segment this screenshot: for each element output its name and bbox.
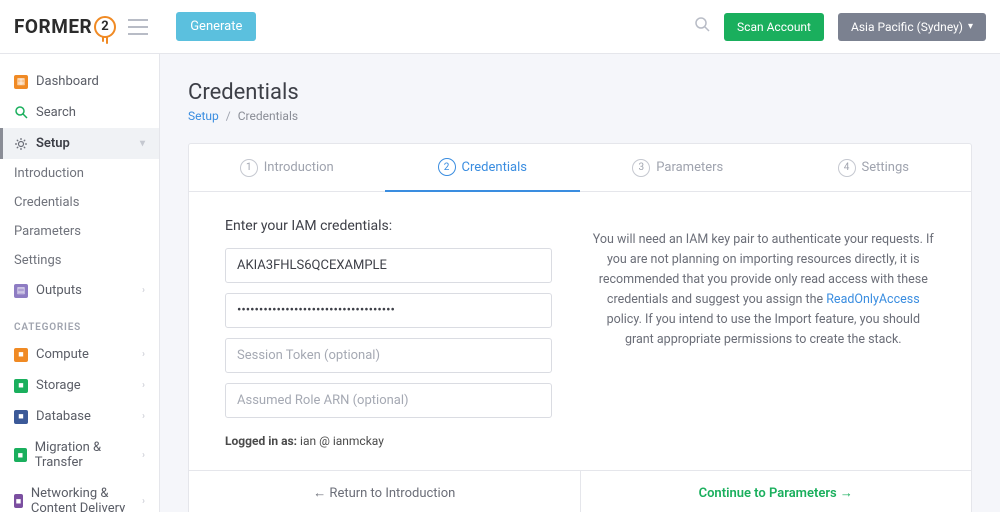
sidebar-label: Storage: [36, 378, 81, 393]
step-parameters[interactable]: 3 Parameters: [580, 144, 776, 191]
step-credentials[interactable]: 2 Credentials: [385, 144, 581, 192]
scan-account-button[interactable]: Scan Account: [724, 13, 824, 41]
step-number: 3: [632, 159, 650, 177]
continue-button[interactable]: Continue to Parameters →: [581, 471, 972, 512]
sidebar-item-database[interactable]: ■ Database ›: [0, 401, 159, 432]
outputs-icon: ▤: [14, 284, 28, 298]
card-footer: ← Return to Introduction Continue to Par…: [189, 470, 971, 512]
step-settings[interactable]: 4 Settings: [776, 144, 972, 191]
form-column: Enter your IAM credentials: Logged in as…: [225, 218, 552, 448]
sidebar-item-migration[interactable]: ■ Migration & Transfer ›: [0, 432, 159, 478]
search-nav-icon: [14, 106, 28, 120]
sidebar-item-compute[interactable]: ■ Compute ›: [0, 339, 159, 370]
sidebar-item-outputs[interactable]: ▤ Outputs ›: [0, 275, 159, 306]
wizard-steps: 1 Introduction 2 Credentials 3 Parameter…: [189, 144, 971, 192]
sidebar-sub-introduction[interactable]: Introduction: [0, 159, 159, 188]
sidebar-sub-credentials[interactable]: Credentials: [0, 188, 159, 217]
sidebar-item-dashboard[interactable]: ▦ Dashboard: [0, 66, 159, 97]
chevron-right-icon: ›: [142, 411, 145, 422]
logged-in-status: Logged in as: ian @ ianmckay: [225, 434, 552, 448]
storage-icon: ■: [14, 379, 28, 393]
gear-icon: [14, 137, 28, 151]
search-icon[interactable]: [695, 17, 710, 36]
session-token-input[interactable]: [225, 338, 552, 373]
step-label: Introduction: [264, 160, 334, 175]
chevron-right-icon: ›: [142, 285, 145, 296]
page-title: Credentials: [188, 80, 972, 105]
topbar: FORMER 2 Generate Scan Account Asia Paci…: [0, 0, 1000, 54]
sidebar-item-networking[interactable]: ■ Networking & Content Delivery ›: [0, 478, 159, 512]
sidebar-label: Outputs: [36, 283, 82, 298]
sidebar-label: Migration & Transfer: [35, 440, 142, 470]
sidebar-label: Networking & Content Delivery: [31, 486, 142, 512]
access-key-input[interactable]: [225, 248, 552, 283]
assumed-role-input[interactable]: [225, 383, 552, 418]
menu-toggle-icon[interactable]: [128, 19, 148, 35]
sidebar-heading-categories: CATEGORIES: [0, 306, 159, 339]
step-label: Settings: [862, 160, 909, 175]
breadcrumb-setup-link[interactable]: Setup: [188, 109, 219, 123]
logo-drip-icon: [100, 36, 110, 44]
sidebar-item-search[interactable]: Search: [0, 97, 159, 128]
sidebar-label: Setup: [36, 136, 70, 151]
readonly-access-link[interactable]: ReadOnlyAccess: [826, 292, 919, 307]
sidebar-label: Database: [36, 409, 91, 424]
logo-text: FORMER: [14, 15, 92, 38]
step-number: 2: [438, 158, 456, 176]
return-button[interactable]: ← Return to Introduction: [189, 471, 581, 512]
step-label: Parameters: [656, 160, 723, 175]
logo[interactable]: FORMER 2: [14, 15, 116, 38]
compute-icon: ■: [14, 348, 28, 362]
sidebar-item-setup[interactable]: Setup ▾: [0, 128, 159, 159]
chevron-right-icon: ›: [142, 349, 145, 360]
sidebar-label: Dashboard: [36, 74, 99, 89]
sidebar-label: Compute: [36, 347, 89, 362]
info-text: policy. If you intend to use the Import …: [607, 312, 920, 347]
step-label: Credentials: [462, 160, 527, 175]
breadcrumb-current: Credentials: [238, 109, 298, 123]
info-column: You will need an IAM key pair to authent…: [592, 218, 935, 448]
form-heading: Enter your IAM credentials:: [225, 218, 552, 234]
logo-badge: 2: [94, 16, 116, 38]
region-selector[interactable]: Asia Pacific (Sydney): [838, 13, 986, 41]
chevron-right-icon: ›: [142, 496, 145, 507]
step-number: 1: [240, 159, 258, 177]
breadcrumb-separator: /: [226, 109, 231, 123]
credentials-card: 1 Introduction 2 Credentials 3 Parameter…: [188, 143, 972, 512]
main-content: Credentials Setup / Credentials 1 Introd…: [160, 54, 1000, 512]
step-introduction[interactable]: 1 Introduction: [189, 144, 385, 191]
sidebar-sub-settings[interactable]: Settings: [0, 246, 159, 275]
breadcrumb: Setup / Credentials: [188, 109, 972, 123]
database-icon: ■: [14, 410, 28, 424]
chevron-right-icon: ›: [142, 450, 145, 461]
sidebar-item-storage[interactable]: ■ Storage ›: [0, 370, 159, 401]
secret-key-input[interactable]: [225, 293, 552, 328]
dashboard-icon: ▦: [14, 75, 28, 89]
sidebar-sub-parameters[interactable]: Parameters: [0, 217, 159, 246]
chevron-right-icon: ›: [142, 380, 145, 391]
networking-icon: ■: [14, 494, 23, 508]
chevron-down-icon: ▾: [140, 138, 145, 149]
step-number: 4: [838, 159, 856, 177]
migration-icon: ■: [14, 448, 27, 462]
sidebar-label: Search: [36, 105, 76, 120]
generate-button[interactable]: Generate: [176, 12, 256, 41]
sidebar: ▦ Dashboard Search Setup ▾ Introduction …: [0, 54, 160, 512]
